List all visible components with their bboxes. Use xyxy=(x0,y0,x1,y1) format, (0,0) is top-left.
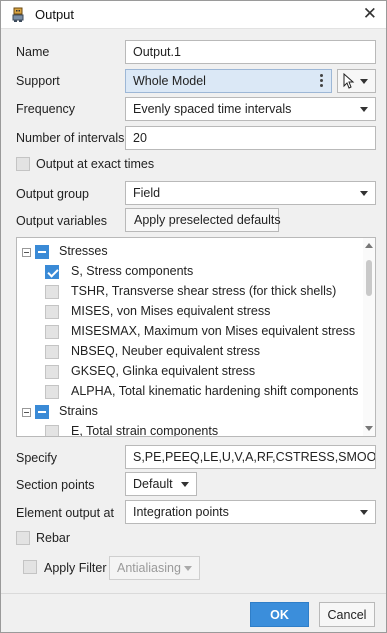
tree-item-label: NBSEQ, Neuber equivalent stress xyxy=(71,344,260,358)
tree-item-label: Strains xyxy=(59,404,98,418)
support-value: Whole Model xyxy=(133,74,206,88)
scroll-thumb[interactable] xyxy=(366,260,372,296)
element-output-select[interactable]: Integration points xyxy=(125,500,376,524)
cancel-button[interactable]: Cancel xyxy=(319,602,375,627)
chevron-down-icon xyxy=(360,191,368,196)
chevron-down-icon xyxy=(360,510,368,515)
output-dialog: Output ✕ Name Output.1 Support Whole Mod… xyxy=(0,0,387,633)
tree-checkbox[interactable] xyxy=(45,425,59,436)
tree-item-label: MISES, von Mises equivalent stress xyxy=(71,304,271,318)
ok-button[interactable]: OK xyxy=(250,602,309,627)
tree-scrollbar[interactable] xyxy=(363,238,375,436)
tree-item-label: S, Stress components xyxy=(71,264,194,278)
tree-checkbox[interactable] xyxy=(35,405,49,419)
name-field[interactable]: Output.1 xyxy=(125,40,376,64)
tree-checkbox[interactable] xyxy=(45,305,59,319)
support-label: Support xyxy=(16,74,60,88)
scroll-down-icon[interactable] xyxy=(365,426,373,431)
filter-select: Antialiasing xyxy=(109,556,200,580)
robot-icon xyxy=(12,7,24,22)
chevron-down-icon xyxy=(360,107,368,112)
frequency-value: Evenly spaced time intervals xyxy=(133,102,292,116)
specify-field[interactable]: S,PE,PEEQ,LE,U,V,A,RF,CSTRESS,SMOOTHLEN, xyxy=(125,445,376,469)
element-output-value: Integration points xyxy=(133,505,229,519)
tree-row[interactable]: GKSEQ, Glinka equivalent stress xyxy=(17,362,362,382)
output-group-select[interactable]: Field xyxy=(125,181,376,205)
tree-row[interactable]: S, Stress components xyxy=(17,262,362,282)
exact-times-label: Output at exact times xyxy=(36,157,155,171)
support-field[interactable]: Whole Model xyxy=(125,69,332,93)
section-points-value: Default xyxy=(133,477,173,491)
rebar-checkbox[interactable] xyxy=(16,531,30,545)
tree-checkbox[interactable] xyxy=(45,265,59,279)
pick-support-button[interactable] xyxy=(337,69,376,93)
tree-row[interactable]: NBSEQ, Neuber equivalent stress xyxy=(17,342,362,362)
collapse-icon[interactable] xyxy=(22,248,31,257)
section-points-label: Section points xyxy=(16,478,95,492)
tree-checkbox[interactable] xyxy=(45,385,59,399)
tree-row[interactable]: TSHR, Transverse shear stress (for thick… xyxy=(17,282,362,302)
tree-item-label: MISESMAX, Maximum von Mises equivalent s… xyxy=(71,324,356,338)
chevron-down-icon xyxy=(184,566,192,571)
tree-item-label: Stresses xyxy=(59,244,108,258)
name-label: Name xyxy=(16,45,50,59)
tree-item-label: ALPHA, Total kinematic hardening shift c… xyxy=(71,384,359,398)
element-output-label: Element output at xyxy=(16,506,114,520)
tree-row[interactable]: Stresses xyxy=(17,242,362,262)
tree-checkbox[interactable] xyxy=(45,285,59,299)
tree-checkbox[interactable] xyxy=(45,365,59,379)
tree-item-label: E, Total strain components xyxy=(71,424,219,437)
output-group-label: Output group xyxy=(16,187,89,201)
tree-checkbox[interactable] xyxy=(45,345,59,359)
frequency-select[interactable]: Evenly spaced time intervals xyxy=(125,97,376,121)
chevron-down-icon xyxy=(360,79,368,84)
cursor-icon xyxy=(343,73,355,89)
tree-checkbox[interactable] xyxy=(45,325,59,339)
title-bar: Output ✕ xyxy=(1,1,386,29)
tree-row[interactable]: E, Total strain components xyxy=(17,422,362,437)
tree-row[interactable]: ALPHA, Total kinematic hardening shift c… xyxy=(17,382,362,402)
apply-defaults-button[interactable]: Apply preselected defaults xyxy=(125,208,281,232)
output-variables-tree: Stresses S, Stress components TSHR, Transv… xyxy=(16,237,376,437)
dialog-footer: OK Cancel xyxy=(1,593,386,632)
tree-row[interactable]: MISES, von Mises equivalent stress xyxy=(17,302,362,322)
filter-value: Antialiasing xyxy=(117,561,181,575)
more-options-icon[interactable] xyxy=(320,74,323,88)
apply-filter-label: Apply Filter xyxy=(44,561,107,575)
specify-label: Specify xyxy=(16,451,57,465)
rebar-label: Rebar xyxy=(36,531,71,545)
tree-row[interactable]: Strains xyxy=(17,402,362,422)
window-title: Output xyxy=(35,7,75,22)
tree-item-label: GKSEQ, Glinka equivalent stress xyxy=(71,364,256,378)
exact-times-checkbox[interactable] xyxy=(16,157,30,171)
output-variables-label: Output variables xyxy=(16,214,108,228)
chevron-down-icon xyxy=(181,482,189,487)
scroll-up-icon[interactable] xyxy=(365,243,373,248)
tree-checkbox[interactable] xyxy=(35,245,49,259)
intervals-label: Number of intervals xyxy=(16,131,125,145)
output-group-value: Field xyxy=(133,186,161,200)
apply-filter-checkbox[interactable] xyxy=(23,560,37,574)
section-points-select[interactable]: Default xyxy=(125,472,197,496)
frequency-label: Frequency xyxy=(16,102,76,116)
collapse-icon[interactable] xyxy=(22,408,31,417)
close-icon[interactable]: ✕ xyxy=(363,5,377,23)
tree-item-label: TSHR, Transverse shear stress (for thick… xyxy=(71,284,337,298)
intervals-field[interactable]: 20 xyxy=(125,126,376,150)
tree-row[interactable]: MISESMAX, Maximum von Mises equivalent s… xyxy=(17,322,362,342)
